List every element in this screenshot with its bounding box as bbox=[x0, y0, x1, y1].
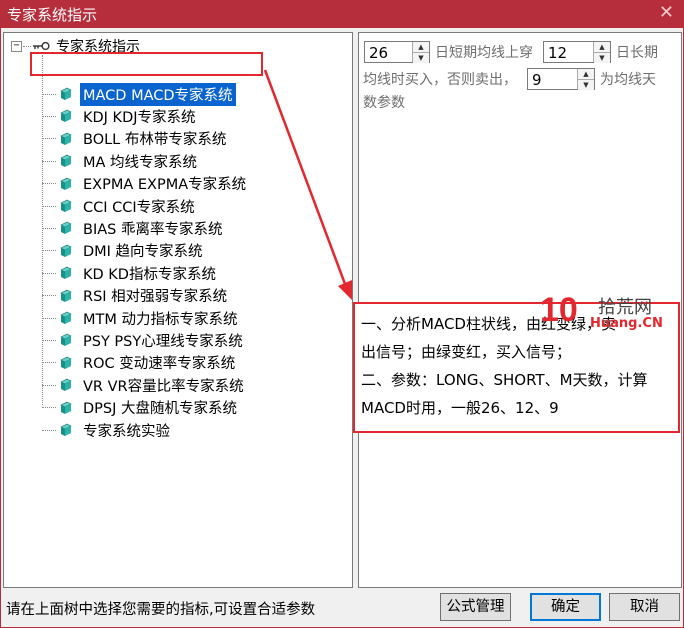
tree-connector bbox=[23, 45, 31, 47]
tree-item[interactable]: BIAS 乖离率专家系统 bbox=[42, 217, 225, 239]
tree-item-label: BOLL 布林带专家系统 bbox=[83, 132, 227, 149]
tree-item[interactable]: MACD MACD专家系统 bbox=[42, 82, 236, 106]
tree-item-label: BIAS 乖离率专家系统 bbox=[83, 221, 223, 238]
tree-item[interactable]: ROC 变动速率专家系统 bbox=[42, 352, 238, 374]
tree-item-label: MACD MACD专家系统 bbox=[80, 82, 236, 106]
tree-connector bbox=[42, 339, 56, 341]
book-icon bbox=[60, 289, 72, 302]
tree-item[interactable]: RSI 相对强弱专家系统 bbox=[42, 285, 230, 307]
long-period-spinner[interactable]: 12 ▲ ▼ bbox=[543, 41, 611, 63]
title-bar: 专家系统指示 ✕ bbox=[0, 0, 684, 28]
tree-connector bbox=[42, 115, 56, 117]
tree-connector bbox=[42, 93, 56, 95]
tree-connector bbox=[42, 407, 56, 409]
spin-up-icon[interactable]: ▲ bbox=[578, 69, 594, 80]
spin-down-icon[interactable]: ▼ bbox=[594, 53, 610, 63]
description-line: MACD时用，一般26、12、9 bbox=[361, 399, 559, 417]
tree-connector bbox=[42, 295, 56, 297]
tree-item-label: ROC 变动速率专家系统 bbox=[83, 356, 236, 373]
tree-connector bbox=[42, 272, 56, 274]
book-icon bbox=[60, 110, 72, 123]
book-icon bbox=[60, 356, 72, 369]
m-days-value[interactable]: 9 bbox=[528, 69, 577, 89]
book-icon bbox=[60, 378, 72, 392]
tree-item[interactable]: EXPMA EXPMA专家系统 bbox=[42, 173, 249, 195]
description-line: 出信号；由绿变红，买入信号； bbox=[361, 343, 572, 361]
book-icon bbox=[60, 311, 72, 324]
tree-item[interactable]: KD KD指标专家系统 bbox=[42, 262, 219, 284]
tree-item[interactable]: KDJ KDJ专家系统 bbox=[42, 105, 199, 127]
tree-item[interactable]: MTM 动力指标专家系统 bbox=[42, 307, 241, 329]
collapse-icon[interactable]: − bbox=[11, 40, 22, 52]
tree-item-label: CCI CCI专家系统 bbox=[83, 199, 195, 216]
description-line: 二、参数：LONG、SHORT、M天数，计算 bbox=[361, 371, 648, 389]
m-days-text: 为均线天 bbox=[600, 72, 656, 88]
window-title: 专家系统指示 bbox=[7, 6, 98, 24]
params-tail-text: 数参数 bbox=[363, 95, 405, 111]
long-period-value[interactable]: 12 bbox=[544, 42, 593, 62]
book-icon bbox=[60, 222, 72, 235]
spin-down-icon[interactable]: ▼ bbox=[578, 80, 594, 90]
book-icon bbox=[60, 154, 72, 168]
tree-item[interactable]: VR VR容量比率专家系统 bbox=[42, 374, 247, 396]
book-icon bbox=[60, 87, 72, 100]
tree-connector bbox=[42, 227, 56, 229]
tree-item-label: VR VR容量比率专家系统 bbox=[83, 378, 244, 395]
tree-connector bbox=[42, 138, 56, 140]
tree-connector bbox=[42, 429, 56, 431]
tree-item[interactable]: DMI 趋向专家系统 bbox=[42, 240, 206, 262]
tree-item[interactable]: CCI CCI专家系统 bbox=[42, 195, 198, 217]
tree-item-label: PSY PSY心理线专家系统 bbox=[83, 333, 243, 350]
book-icon bbox=[60, 334, 72, 347]
tree-item-label: MTM 动力指标专家系统 bbox=[83, 311, 238, 328]
tree-item-label: EXPMA EXPMA专家系统 bbox=[83, 177, 247, 194]
tree-item-label: DPSJ 大盘随机专家系统 bbox=[83, 401, 237, 418]
tree-item-label: KD KD指标专家系统 bbox=[83, 266, 216, 283]
spin-up-icon[interactable]: ▲ bbox=[594, 42, 610, 53]
tree-connector bbox=[42, 250, 56, 252]
status-text: 请在上面树中选择您需要的指标,可设置合适参数 bbox=[6, 602, 316, 618]
tree-item-label: MA 均线专家系统 bbox=[83, 154, 198, 171]
description-line: 一、分析MACD柱状线，由红变绿，卖 bbox=[361, 315, 616, 333]
book-icon bbox=[60, 266, 72, 280]
tree-item[interactable]: DPSJ 大盘随机专家系统 bbox=[42, 397, 240, 419]
short-period-text: 日短期均线上穿 bbox=[435, 45, 533, 61]
m-days-spinner[interactable]: 9 ▲ ▼ bbox=[527, 68, 595, 90]
rule-text: 均线时买入，否则卖出， bbox=[363, 72, 517, 88]
ok-button[interactable]: 确定 bbox=[530, 593, 601, 621]
spin-down-icon[interactable]: ▼ bbox=[413, 53, 429, 63]
key-icon bbox=[33, 41, 50, 51]
tree-connector bbox=[42, 160, 56, 162]
book-icon bbox=[60, 401, 72, 414]
book-icon bbox=[60, 177, 72, 190]
short-period-value[interactable]: 26 bbox=[365, 42, 412, 62]
tree-item[interactable]: PSY PSY心理线专家系统 bbox=[42, 329, 246, 351]
book-icon bbox=[60, 244, 72, 257]
tree-connector bbox=[42, 205, 56, 207]
book-icon bbox=[60, 199, 72, 212]
book-icon bbox=[60, 423, 72, 436]
selection-highlight-box bbox=[30, 52, 263, 76]
tree-item[interactable]: MA 均线专家系统 bbox=[42, 150, 200, 172]
tree-item[interactable]: 专家系统实验 bbox=[42, 419, 173, 441]
description-box: 一、分析MACD柱状线，由红变绿，卖 出信号；由绿变红，买入信号； 二、参数：L… bbox=[353, 302, 680, 433]
long-period-text: 日长期 bbox=[616, 45, 658, 61]
tree-item-label: KDJ KDJ专家系统 bbox=[83, 109, 196, 126]
tree-item-label: 专家系统实验 bbox=[83, 423, 170, 440]
cancel-button[interactable]: 取消 bbox=[609, 593, 680, 621]
short-period-spinner[interactable]: 26 ▲ ▼ bbox=[364, 41, 430, 63]
book-icon bbox=[60, 132, 72, 145]
spin-up-icon[interactable]: ▲ bbox=[413, 42, 429, 53]
tree-connector bbox=[42, 384, 56, 386]
tree-item-label: DMI 趋向专家系统 bbox=[83, 244, 203, 261]
close-icon[interactable]: ✕ bbox=[659, 2, 674, 23]
tree-item-label: RSI 相对强弱专家系统 bbox=[83, 289, 228, 306]
formula-manage-button[interactable]: 公式管理 bbox=[440, 593, 511, 621]
tree-connector bbox=[42, 183, 56, 185]
tree-item[interactable]: BOLL 布林带专家系统 bbox=[42, 128, 229, 150]
tree-connector bbox=[42, 362, 56, 364]
indicator-tree[interactable]: − 专家系统指示 MACD MACD专家系统 KDJ KDJ专家系统 BOLL 布林… bbox=[3, 32, 353, 588]
tree-connector bbox=[42, 317, 56, 319]
